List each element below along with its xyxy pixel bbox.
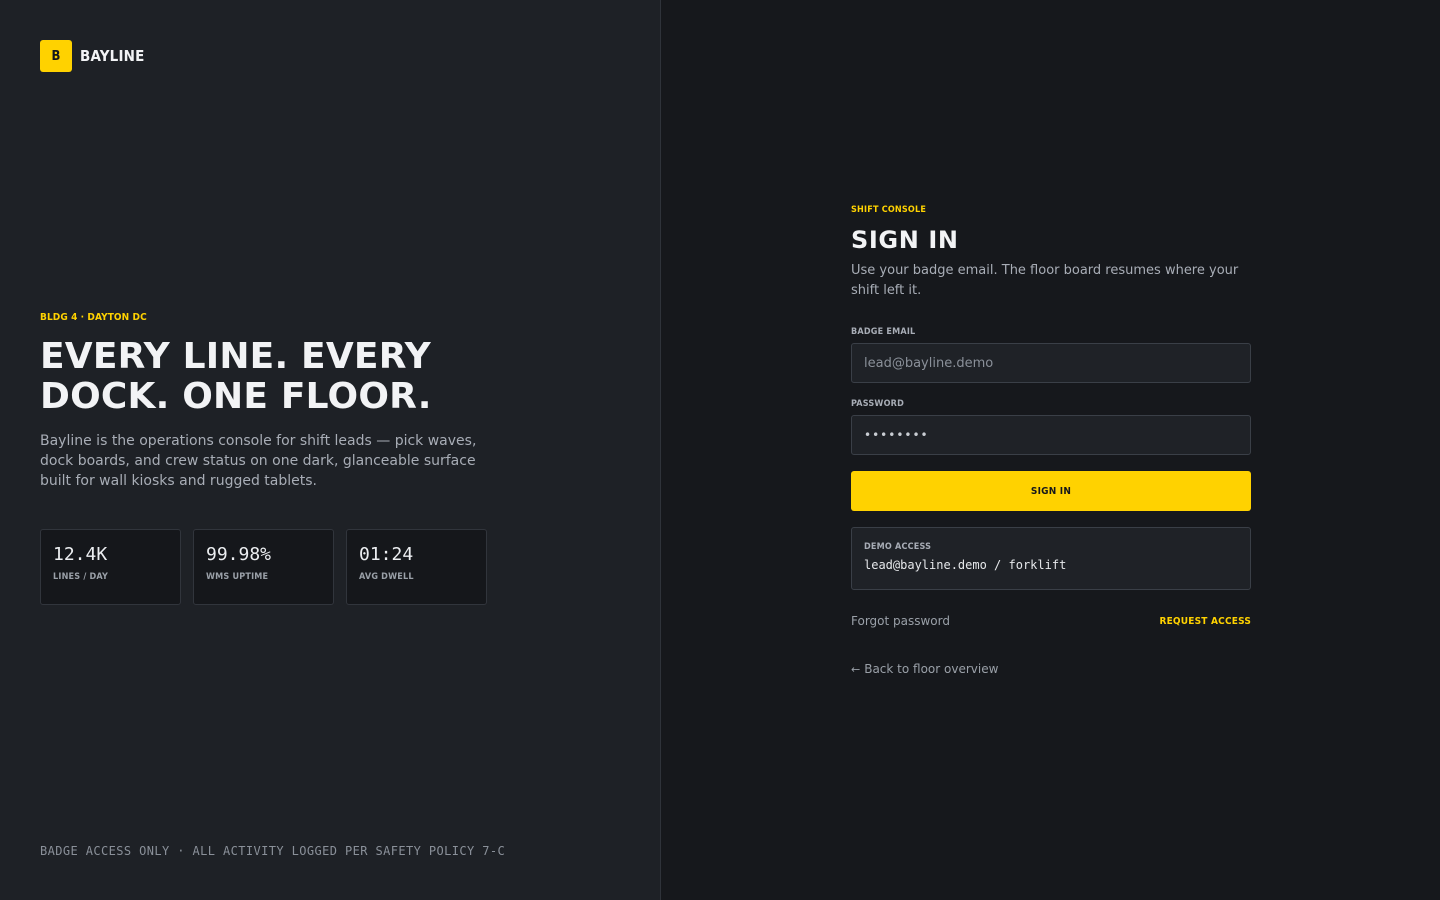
password-field[interactable] [851,415,1251,455]
form-subtitle: Use your badge email. The floor board re… [851,263,1239,298]
password-label: PASSWORD [851,399,905,409]
stat-label: WMS UPTIME [206,572,269,582]
demo-access-label: DEMO ACCESS [864,542,932,552]
stat-value: 99.98% [206,544,272,565]
stats-row: 12.4K LINES / DAY 99.98% WMS UPTIME 01:2… [40,529,487,605]
hero-copy: BLDG 4 · DAYTON DC EVERY LINE. EVERY DOC… [40,312,510,491]
stat-label: LINES / DAY [53,572,109,582]
brand-name: BAYLINE [80,47,145,65]
form-title: SIGN IN [851,226,959,254]
login-page: B BAYLINE BLDG 4 · DAYTON DC EVERY LINE.… [0,0,1440,900]
demo-access-credentials: lead@bayline.demo / forklift [864,558,1067,572]
email-field[interactable] [851,343,1251,383]
forgot-password-link[interactable]: Forgot password [851,614,950,628]
form-links: Forgot password REQUEST ACCESS [851,614,1251,628]
stat-value: 12.4K [53,544,108,565]
back-link-label: Back to floor overview [864,662,999,676]
signin-pane: SHIFT CONSOLE SIGN IN Use your badge ema… [661,0,1440,900]
stat-card: 01:24 AVG DWELL [346,529,487,605]
form-kicker: SHIFT CONSOLE [851,205,927,215]
location-eyebrow: BLDG 4 · DAYTON DC [40,312,147,323]
demo-access-box: DEMO ACCESS lead@bayline.demo / forklift [851,527,1251,590]
hero-description: Bayline is the operations console for sh… [40,433,477,489]
stat-value: 01:24 [359,544,414,565]
hero-headline: EVERY LINE. EVERY DOCK. ONE FLOOR. [40,337,510,417]
stat-card: 99.98% WMS UPTIME [193,529,334,605]
brand[interactable]: B BAYLINE [40,40,145,72]
stat-card: 12.4K LINES / DAY [40,529,181,605]
brand-logo-mark: B [40,40,72,72]
headline-line-2: DOCK. ONE FLOOR. [40,376,432,417]
security-footnote: BADGE ACCESS ONLY · ALL ACTIVITY LOGGED … [40,844,506,858]
sign-in-button[interactable]: SIGN IN [851,471,1251,511]
signin-form: SHIFT CONSOLE SIGN IN Use your badge ema… [851,205,1251,676]
arrow-left-icon: ← [851,662,861,676]
email-label: BADGE EMAIL [851,327,916,337]
headline-line-1: EVERY LINE. EVERY [40,336,431,377]
back-to-overview-link[interactable]: ← Back to floor overview [851,662,1251,676]
request-access-link[interactable]: REQUEST ACCESS [1159,616,1251,627]
stat-label: AVG DWELL [359,572,414,582]
hero-pane: B BAYLINE BLDG 4 · DAYTON DC EVERY LINE.… [0,0,661,900]
